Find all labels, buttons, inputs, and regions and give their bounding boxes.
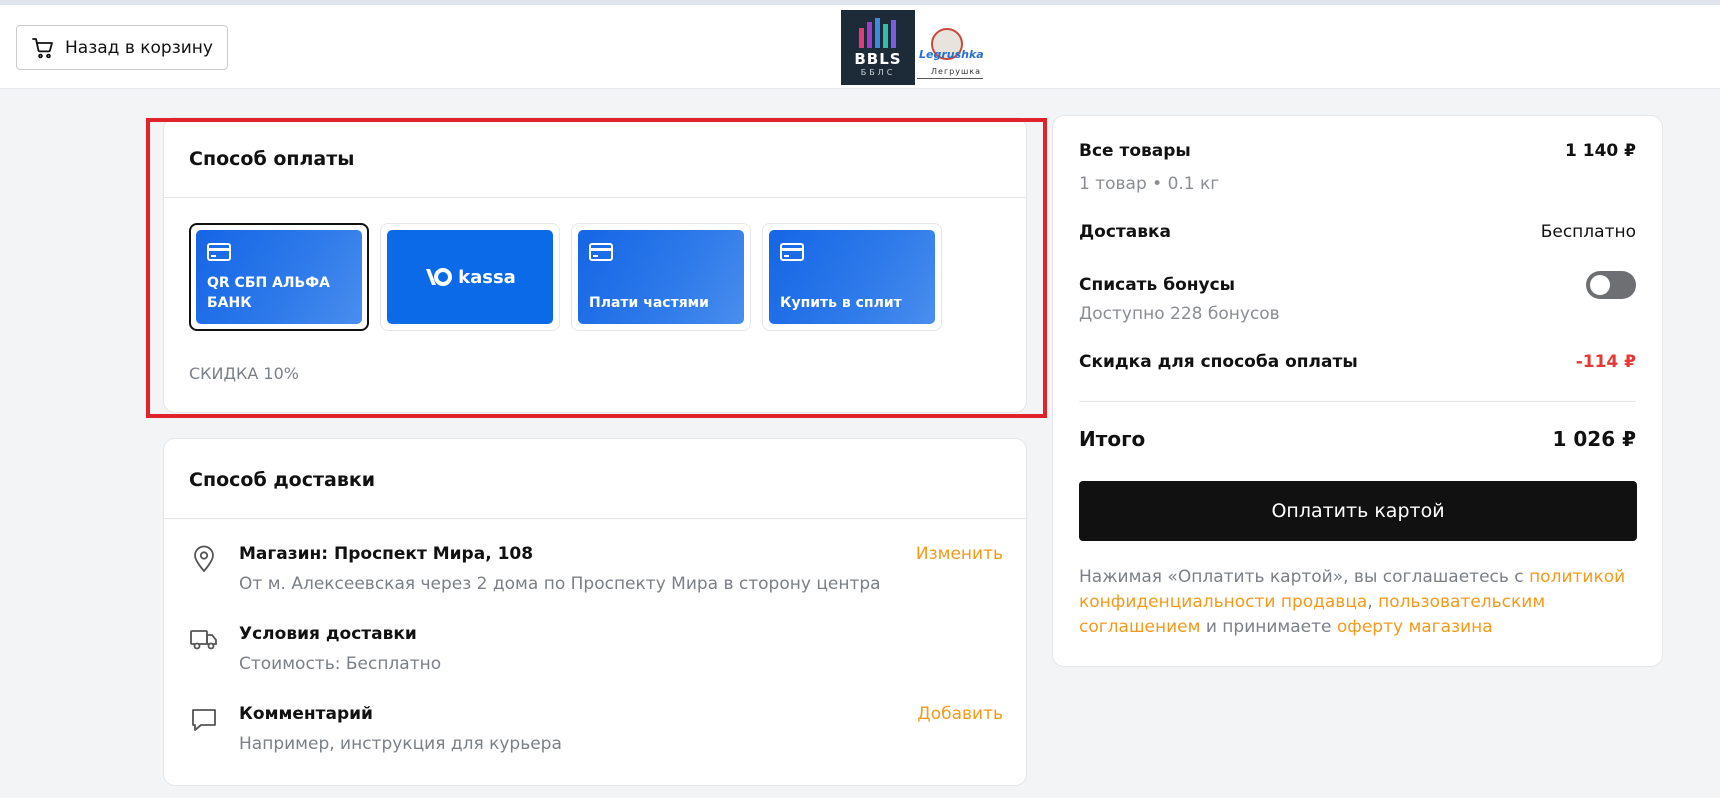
summary-delivery-row: Доставка Бесплатно xyxy=(1079,222,1636,242)
payment-option-label: Купить в сплит xyxy=(780,295,902,311)
add-comment-link[interactable]: Добавить xyxy=(917,704,1003,724)
summary-delivery-value: Бесплатно xyxy=(1540,222,1636,242)
payment-method-card: Способ оплаты QR СБП АЛЬФА БАНК kassa Пл… xyxy=(163,117,1027,413)
comment-icon xyxy=(192,709,216,731)
summary-delivery-label: Доставка xyxy=(1079,222,1171,242)
pay-by-card-button[interactable]: Оплатить картой xyxy=(1079,481,1637,541)
summary-items-sub: 1 товар • 0.1 кг xyxy=(1079,174,1220,194)
bbls-bars-icon xyxy=(859,18,896,48)
kassa-logo: kassa xyxy=(424,267,516,288)
summary-discount-label: Скидка для способа оплаты xyxy=(1079,352,1358,372)
kassa-label: kassa xyxy=(458,266,516,288)
header: Назад в корзину BBLS ББЛС Legrushka Легр… xyxy=(0,5,1720,89)
payment-method-title: Способ оплаты xyxy=(189,148,355,170)
delivery-row-store: Магазин: Проспект Мира, 108 От м. Алексе… xyxy=(189,544,1003,604)
credit-card-icon xyxy=(780,243,804,261)
terms-pre: Нажимая «Оплатить картой», вы соглашаете… xyxy=(1079,567,1530,587)
bbls-logo-text: BBLS xyxy=(854,50,902,68)
delivery-store-sub: От м. Алексеевская через 2 дома по Просп… xyxy=(239,574,881,594)
delivery-comment-sub: Например, инструкция для курьера xyxy=(239,734,562,754)
credit-card-icon xyxy=(207,243,231,261)
summary-bonus-label: Списать бонусы xyxy=(1079,275,1236,295)
store-offer-link[interactable]: оферту магазина xyxy=(1337,617,1493,637)
delivery-row-conditions: Условия доставки Стоимость: Бесплатно xyxy=(189,624,1003,684)
truck-icon xyxy=(190,630,217,650)
delivery-row-comment: Комментарий Например, инструкция для кур… xyxy=(189,704,1003,764)
terms-text: Нажимая «Оплатить картой», вы соглашаете… xyxy=(1079,565,1639,640)
payment-option-label: QR СБП АЛЬФА БАНК xyxy=(207,275,330,311)
bbls-logo-sub: ББЛС xyxy=(860,68,896,77)
delivery-store-title: Магазин: Проспект Мира, 108 xyxy=(239,544,534,564)
yookassa-icon xyxy=(426,268,453,286)
payment-option-label: Плати частями xyxy=(589,295,709,311)
summary-bonus-sub: Доступно 228 бонусов xyxy=(1079,304,1280,324)
delivery-divider xyxy=(164,518,1026,519)
summary-total-label: Итого xyxy=(1079,427,1146,451)
back-to-cart-label: Назад в корзину xyxy=(65,37,213,58)
summary-items-value: 1 140 ₽ xyxy=(1565,141,1636,161)
summary-discount-row: Скидка для способа оплаты -114 ₽ xyxy=(1079,352,1636,372)
terms-mid: и принимаете xyxy=(1200,617,1337,637)
delivery-conditions-title: Условия доставки xyxy=(239,624,417,644)
delivery-comment-title: Комментарий xyxy=(239,704,373,724)
payment-option-split[interactable]: Купить в сплит xyxy=(762,223,942,331)
summary-divider xyxy=(1079,401,1636,402)
location-pin-icon xyxy=(194,545,214,573)
delivery-method-card: Способ доставки Магазин: Проспект Мира, … xyxy=(163,438,1027,786)
legrushka-underline xyxy=(917,78,983,79)
payment-divider xyxy=(164,197,1026,198)
bbls-logo: BBLS ББЛС xyxy=(841,10,915,85)
legrushka-logo-text: Legrushka xyxy=(919,48,984,61)
payment-options: QR СБП АЛЬФА БАНК kassa Плати частями Ку… xyxy=(189,223,942,331)
order-summary-card: Все товары 1 140 ₽ 1 товар • 0.1 кг Дост… xyxy=(1052,115,1663,667)
summary-bonus-row: Списать бонусы xyxy=(1079,271,1636,299)
terms-sep: , xyxy=(1367,592,1379,612)
legrushka-logo: Legrushka Легрушка xyxy=(917,10,984,85)
summary-total-row: Итого 1 026 ₽ xyxy=(1079,427,1636,451)
summary-discount-value: -114 ₽ xyxy=(1575,352,1636,372)
delivery-method-title: Способ доставки xyxy=(189,469,376,491)
payment-option-qr-sbp[interactable]: QR СБП АЛЬФА БАНК xyxy=(189,223,369,331)
payment-option-installments[interactable]: Плати частями xyxy=(571,223,751,331)
summary-items-row: Все товары 1 140 ₽ xyxy=(1079,141,1636,161)
payment-option-kassa[interactable]: kassa xyxy=(380,223,560,331)
logos: BBLS ББЛС Legrushka Легрушка xyxy=(841,10,984,85)
credit-card-icon xyxy=(589,243,613,261)
summary-items-label: Все товары xyxy=(1079,141,1191,161)
legrushka-logo-sub: Легрушка xyxy=(931,67,982,76)
payment-discount-text: СКИДКА 10% xyxy=(189,364,299,383)
delivery-conditions-sub: Стоимость: Бесплатно xyxy=(239,654,442,674)
cart-icon xyxy=(32,37,53,58)
bonus-toggle[interactable] xyxy=(1586,271,1636,299)
summary-total-value: 1 026 ₽ xyxy=(1552,427,1636,451)
back-to-cart-button[interactable]: Назад в корзину xyxy=(16,25,228,70)
bonus-toggle-knob xyxy=(1590,275,1610,295)
change-store-link[interactable]: Изменить xyxy=(916,544,1003,564)
